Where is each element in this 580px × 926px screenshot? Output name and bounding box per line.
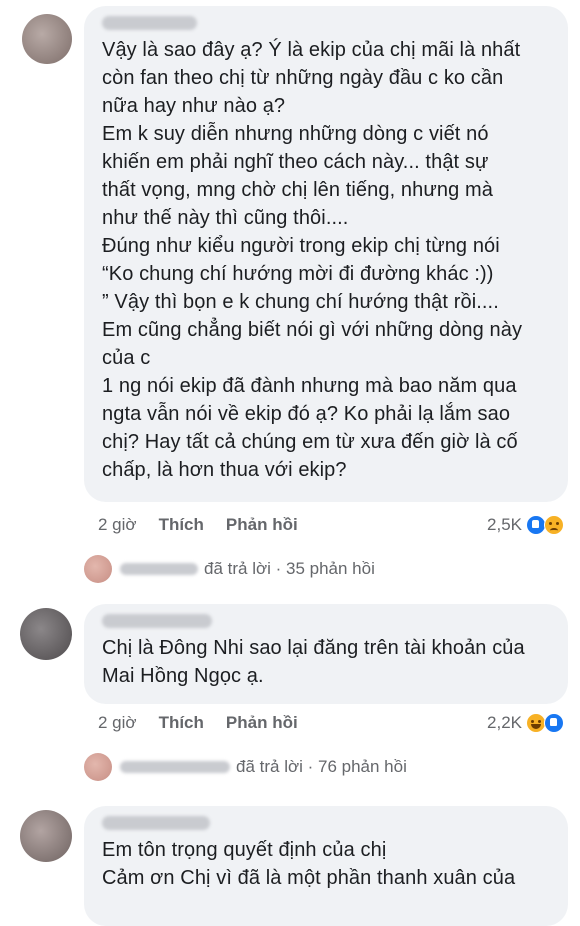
like-button[interactable]: Thích xyxy=(159,713,204,733)
comment-text: Vậy là sao đây ạ? Ý là ekip của chị mãi … xyxy=(102,39,523,481)
reaction-count: 2,5K xyxy=(487,515,522,534)
comment-bubble: Em tôn trọng quyết định của chị Cảm ơn C… xyxy=(84,806,568,926)
like-icon xyxy=(526,515,546,535)
reply-avatar xyxy=(84,555,112,583)
replies-text[interactable]: đã trả lời · 35 phản hồi xyxy=(204,559,375,579)
replies-text[interactable]: đã trả lời · 76 phản hồi xyxy=(236,757,407,777)
comment-text: Chị là Đông Nhi sao lại đăng trên tài kh… xyxy=(102,637,525,687)
commenter-avatar[interactable] xyxy=(20,810,72,862)
like-icon xyxy=(544,713,564,733)
reply-avatar xyxy=(84,753,112,781)
replier-name-blurred xyxy=(120,563,198,575)
replier-name-blurred xyxy=(120,761,230,773)
comment-actions: 2 giờ Thích Phản hồi 2,2K xyxy=(98,710,564,736)
reaction-summary[interactable]: 2,2K xyxy=(487,713,564,733)
haha-icon xyxy=(526,713,546,733)
comment-time[interactable]: 2 giờ xyxy=(98,713,137,733)
comment-time[interactable]: 2 giờ xyxy=(98,515,137,535)
comment-text: Em tôn trọng quyết định của chị Cảm ơn C… xyxy=(102,839,516,889)
replies-link[interactable]: đã trả lời · 76 phản hồi xyxy=(84,752,407,782)
reply-button[interactable]: Phản hồi xyxy=(226,713,298,733)
replies-link[interactable]: đã trả lời · 35 phản hồi xyxy=(84,554,375,584)
reaction-count: 2,2K xyxy=(487,713,522,732)
commenter-name-blurred[interactable] xyxy=(102,614,212,628)
commenter-avatar[interactable] xyxy=(22,14,72,64)
comment-bubble: Chị là Đông Nhi sao lại đăng trên tài kh… xyxy=(84,604,568,704)
commenter-avatar[interactable] xyxy=(20,608,72,660)
comment-actions: 2 giờ Thích Phản hồi 2,5K xyxy=(98,512,564,538)
reply-button[interactable]: Phản hồi xyxy=(226,515,298,535)
sad-icon xyxy=(544,515,564,535)
commenter-name-blurred[interactable] xyxy=(102,16,197,30)
comment-bubble: Vậy là sao đây ạ? Ý là ekip của chị mãi … xyxy=(84,6,568,502)
commenter-name-blurred[interactable] xyxy=(102,816,210,830)
reaction-summary[interactable]: 2,5K xyxy=(487,515,564,535)
like-button[interactable]: Thích xyxy=(159,515,204,535)
